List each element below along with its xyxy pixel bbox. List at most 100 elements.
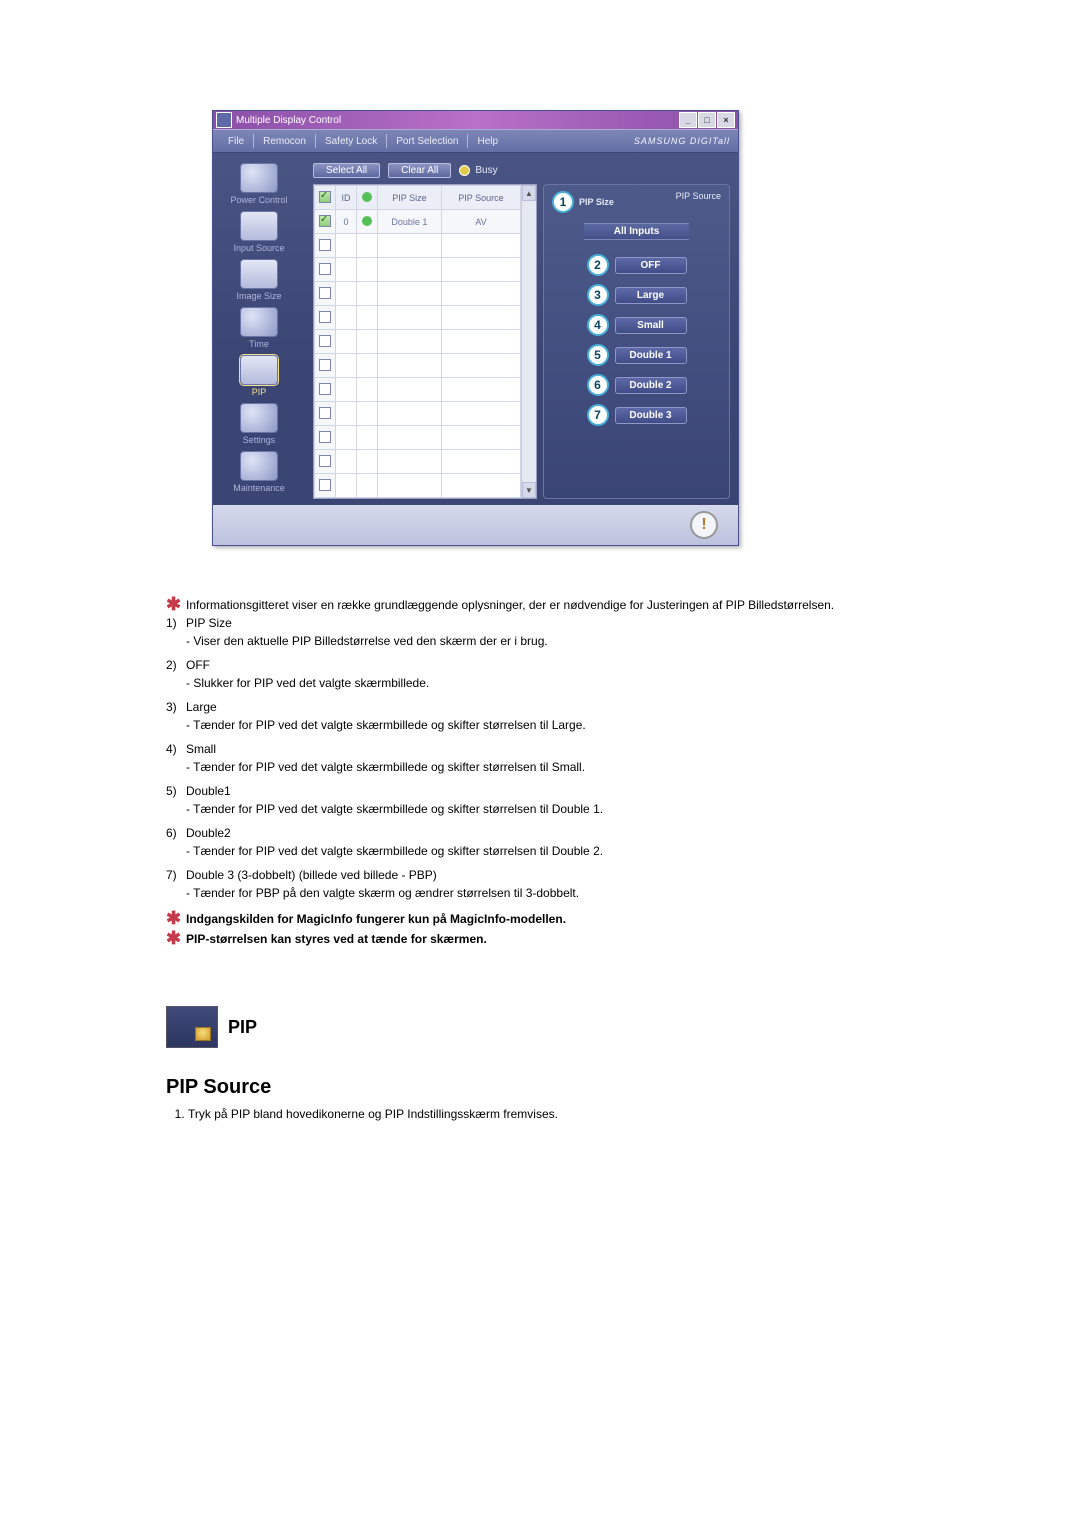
minimize-button[interactable]: _ [679, 112, 697, 128]
list-item: 7) Double 3 (3-dobbelt) (billede ved bil… [166, 868, 914, 900]
list-item: 5) Double1 - Tænder for PIP ved det valg… [166, 784, 914, 816]
table-row[interactable] [315, 330, 521, 354]
row-checkbox[interactable] [319, 311, 331, 323]
menubar: File Remocon Safety Lock Port Selection … [213, 129, 738, 153]
info-grid: ID PIP Size PIP Source 0 Double 1 AV [313, 184, 537, 499]
table-row[interactable] [315, 402, 521, 426]
main-area: Select All Clear All Busy ID [305, 153, 738, 505]
sidebar-item-label: Input Source [233, 243, 284, 253]
list-item: 6) Double2 - Tænder for PIP ved det valg… [166, 826, 914, 858]
busy-indicator: Busy [459, 165, 497, 176]
row-checkbox[interactable] [319, 455, 331, 467]
maximize-button[interactable]: □ [698, 112, 716, 128]
table-row[interactable] [315, 474, 521, 498]
row-pip-source: AV [441, 210, 520, 234]
item-title: Large [186, 700, 217, 714]
window-title: Multiple Display Control [236, 115, 341, 126]
pip-section-title: PIP [228, 1017, 257, 1038]
row-checkbox[interactable] [319, 431, 331, 443]
panel-header-pip-source: PIP Source [676, 191, 721, 213]
callout-badge: 5 [587, 344, 609, 366]
note-text: Indgangskilden for MagicInfo fungerer ku… [186, 910, 566, 926]
sidebar-item-image-size[interactable]: Image Size [218, 259, 300, 301]
sidebar-item-settings[interactable]: Settings [218, 403, 300, 445]
sidebar-item-time[interactable]: Time [218, 307, 300, 349]
row-checkbox[interactable] [319, 335, 331, 347]
item-sub: - Tænder for PIP ved det valgte skærmbil… [186, 844, 603, 858]
item-title: Small [186, 742, 216, 756]
scroll-down-icon[interactable]: ▼ [522, 482, 536, 498]
numbered-list: 1) PIP Size - Viser den aktuelle PIP Bil… [166, 616, 914, 900]
item-title: Double2 [186, 826, 231, 840]
item-sub: - Tænder for PIP ved det valgte skærmbil… [186, 802, 603, 816]
pip-double3-button[interactable]: Double 3 [615, 407, 687, 424]
item-number: 6) [166, 826, 186, 858]
sidebar: Power Control Input Source Image Size Ti… [213, 153, 305, 505]
row-checkbox[interactable] [319, 239, 331, 251]
row-checkbox[interactable] [319, 383, 331, 395]
titlebar: Multiple Display Control _ □ × [213, 111, 738, 129]
table-row[interactable] [315, 282, 521, 306]
all-inputs-label: All Inputs [584, 223, 690, 240]
sidebar-item-label: Maintenance [233, 483, 285, 493]
pip-thumb-icon [166, 1006, 218, 1048]
select-all-button[interactable]: Select All [313, 163, 380, 178]
menu-remocon[interactable]: Remocon [254, 136, 315, 147]
callout-badge: 6 [587, 374, 609, 396]
row-checkbox[interactable] [319, 263, 331, 275]
item-number: 1) [166, 616, 186, 648]
menu-file[interactable]: File [219, 136, 253, 147]
menu-safety-lock[interactable]: Safety Lock [316, 136, 386, 147]
grid-header-pip-source: PIP Source [441, 186, 520, 210]
input-source-icon [240, 211, 278, 241]
pip-double1-button[interactable]: Double 1 [615, 347, 687, 364]
row-checkbox[interactable] [319, 215, 331, 227]
sidebar-item-label: PIP [252, 387, 267, 397]
list-item: Tryk på PIP bland hovedikonerne og PIP I… [188, 1107, 914, 1121]
caution-icon: ! [690, 511, 718, 539]
sidebar-item-power-control[interactable]: Power Control [218, 163, 300, 205]
pip-double2-button[interactable]: Double 2 [615, 377, 687, 394]
table-row[interactable] [315, 234, 521, 258]
sidebar-item-label: Time [249, 339, 269, 349]
item-number: 7) [166, 868, 186, 900]
sidebar-item-pip[interactable]: PIP [218, 355, 300, 397]
pip-small-button[interactable]: Small [615, 317, 687, 334]
star-icon: ✱ [166, 910, 180, 926]
grid-scrollbar[interactable]: ▲ ▼ [521, 185, 536, 498]
callout-badge: 2 [587, 254, 609, 276]
scroll-up-icon[interactable]: ▲ [522, 185, 536, 201]
table-row[interactable] [315, 354, 521, 378]
toolbar: Select All Clear All Busy [313, 163, 730, 178]
clear-all-button[interactable]: Clear All [388, 163, 451, 178]
sidebar-item-label: Power Control [230, 195, 287, 205]
row-id: 0 [336, 210, 357, 234]
row-checkbox[interactable] [319, 287, 331, 299]
menu-port-selection[interactable]: Port Selection [387, 136, 467, 147]
note-line: ✱ Indgangskilden for MagicInfo fungerer … [166, 910, 914, 926]
sidebar-item-input-source[interactable]: Input Source [218, 211, 300, 253]
item-number: 4) [166, 742, 186, 774]
grid-header-check[interactable] [315, 186, 336, 210]
item-number: 3) [166, 700, 186, 732]
pip-off-button[interactable]: OFF [615, 257, 687, 274]
table-row[interactable] [315, 258, 521, 282]
table-row[interactable] [315, 378, 521, 402]
table-row[interactable] [315, 306, 521, 330]
close-button[interactable]: × [717, 112, 735, 128]
pip-large-button[interactable]: Large [615, 287, 687, 304]
list-item: 3) Large - Tænder for PIP ved det valgte… [166, 700, 914, 732]
row-checkbox[interactable] [319, 479, 331, 491]
menu-help[interactable]: Help [468, 136, 507, 147]
row-pip-size: Double 1 [378, 210, 442, 234]
table-row[interactable]: 0 Double 1 AV [315, 210, 521, 234]
statusbar: ! [213, 505, 738, 545]
pip-icon [240, 355, 278, 385]
row-checkbox[interactable] [319, 407, 331, 419]
table-row[interactable] [315, 450, 521, 474]
intro-text: Informationsgitteret viser en række grun… [186, 596, 834, 612]
row-checkbox[interactable] [319, 359, 331, 371]
table-row[interactable] [315, 426, 521, 450]
star-icon: ✱ [166, 930, 180, 946]
sidebar-item-maintenance[interactable]: Maintenance [218, 451, 300, 493]
